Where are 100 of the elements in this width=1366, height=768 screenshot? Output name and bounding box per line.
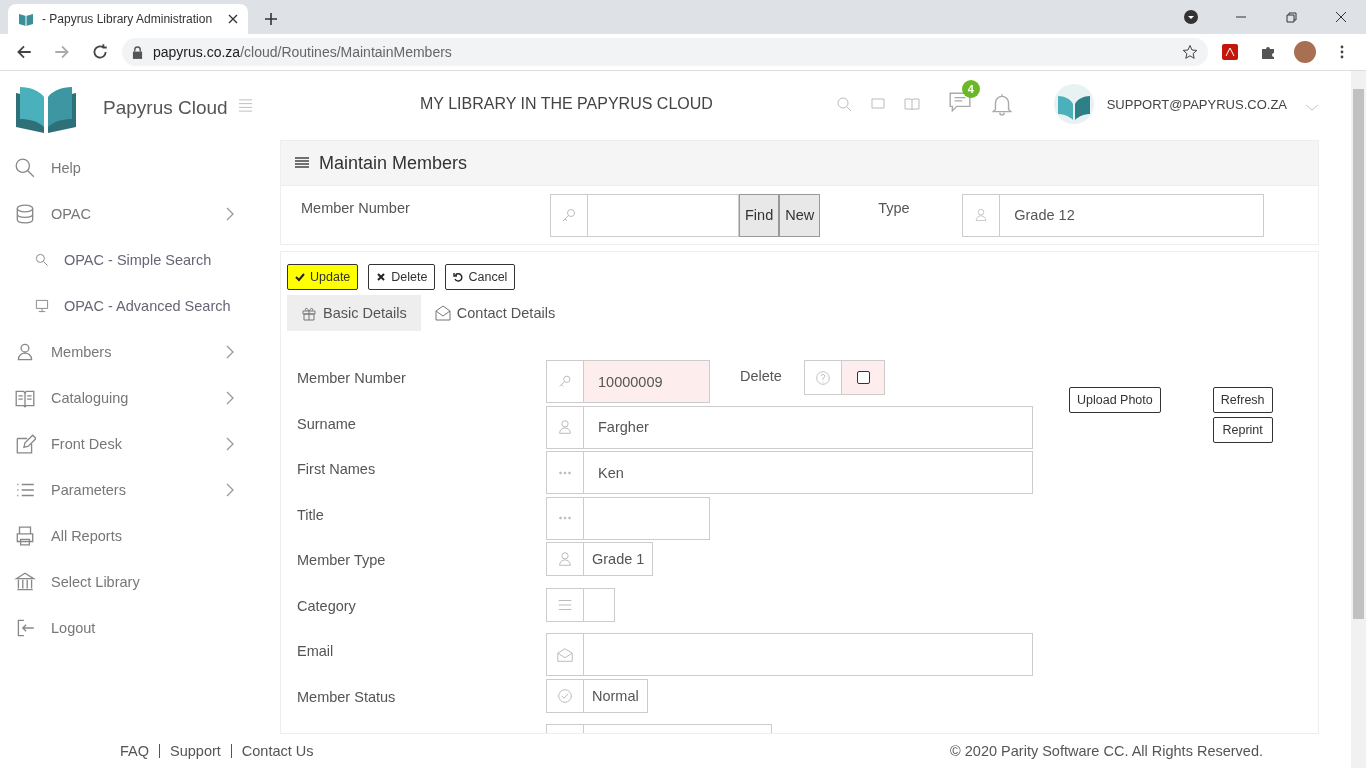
lock-icon	[132, 45, 143, 59]
sidebar-item[interactable]: Select Library	[14, 559, 280, 605]
type-field[interactable]: Grade 12	[1000, 193, 1265, 237]
pdf-icon[interactable]	[1222, 44, 1238, 60]
check-icon	[295, 272, 305, 282]
field-label: Member Type	[296, 552, 387, 568]
sidebar-item[interactable]: Parameters	[14, 467, 280, 513]
tab[interactable]: Contact Details	[420, 295, 570, 331]
book-icon[interactable]	[903, 96, 920, 112]
footer-link[interactable]: Contact Us	[241, 743, 314, 759]
list-icon	[546, 587, 584, 622]
update-button[interactable]: Update	[287, 264, 359, 290]
member-number-input[interactable]	[588, 193, 739, 237]
sidebar-subitem[interactable]: OPAC - Advanced Search	[14, 283, 280, 329]
users-icon	[962, 193, 1001, 237]
new-tab-icon[interactable]	[264, 12, 278, 26]
close-icon[interactable]	[1333, 9, 1349, 25]
lookup-button[interactable]: New	[779, 193, 821, 237]
checkbox[interactable]	[856, 371, 870, 384]
field-label: Title	[296, 506, 325, 523]
field-label: Email	[296, 643, 335, 659]
input-field[interactable]: 10000009	[584, 360, 710, 403]
reprint-button[interactable]: Reprint	[1212, 417, 1273, 443]
dots-icon	[546, 451, 584, 494]
field-label: Delete	[740, 368, 783, 384]
printer-icon	[14, 525, 36, 547]
panel-title: Maintain Members	[319, 152, 468, 174]
reload-icon[interactable]	[91, 43, 109, 61]
user-email[interactable]: SUPPORT@PAPYRUS.CO.ZA	[1106, 96, 1287, 112]
profile-menu-icon[interactable]	[1183, 9, 1199, 25]
input-field[interactable]	[584, 587, 615, 622]
sidebar-item[interactable]: Cataloguing	[14, 375, 280, 421]
bank-icon	[14, 571, 36, 593]
bell-icon[interactable]	[989, 92, 1014, 116]
field-label: Member Status	[296, 688, 397, 705]
sidebar-item[interactable]: All Reports	[14, 513, 280, 559]
chevron-icon	[225, 436, 235, 452]
restore-icon[interactable]	[1283, 9, 1299, 25]
delete-button[interactable]: Delete	[368, 264, 436, 290]
star-icon[interactable]	[1182, 44, 1198, 60]
input-field[interactable]: Ken	[584, 451, 1033, 494]
sidebar-item[interactable]: Front Desk	[14, 421, 280, 467]
field-label: First Names	[296, 461, 377, 477]
menu-icon[interactable]	[237, 97, 253, 113]
sidebar-item[interactable]: Members	[14, 329, 280, 375]
key-icon	[550, 193, 588, 237]
sidebar-item[interactable]: Logout	[14, 605, 280, 651]
browser-tab[interactable]: - Papyrus Library Administration	[8, 4, 248, 34]
dots-icon	[546, 496, 584, 540]
envelope-icon	[546, 633, 584, 676]
input-field[interactable]	[584, 496, 710, 540]
sidebar-item[interactable]: Help	[14, 145, 280, 191]
input-field[interactable]: Normal	[584, 678, 648, 713]
copyright-text: © 2020 Parity Software CC. All Rights Reserved.	[950, 743, 1263, 759]
tab-title: - Papyrus Library Administration	[42, 12, 214, 26]
page-title: MY LIBRARY IN THE PAPYRUS CLOUD	[420, 95, 714, 113]
chevron-icon	[225, 206, 235, 222]
address-bar[interactable]: papyrus.co.za/cloud/Routines/MaintainMembers	[122, 38, 1208, 66]
field-label: Member Number	[301, 200, 411, 216]
caret-icon[interactable]	[1305, 102, 1319, 112]
search-icon[interactable]	[835, 96, 852, 112]
lookup-button[interactable]: Find	[739, 193, 780, 237]
key-icon	[546, 360, 584, 403]
list-icon	[295, 157, 309, 169]
chevron-icon	[225, 390, 235, 406]
field-label: Type	[878, 200, 911, 216]
field-label: Member Number	[296, 370, 407, 386]
notification-badge: 4	[961, 80, 980, 98]
field-label: Surname	[296, 415, 357, 432]
cancel-button[interactable]: Cancel	[445, 264, 516, 290]
puzzle-icon[interactable]	[1260, 44, 1276, 60]
close-icon	[376, 272, 387, 282]
monitor-icon[interactable]	[869, 96, 886, 112]
input-field[interactable]	[584, 633, 1033, 676]
avatar[interactable]	[1294, 41, 1316, 63]
refresh-button[interactable]: Refresh	[1212, 387, 1273, 413]
scrollbar[interactable]	[1351, 71, 1366, 768]
gift-icon	[301, 305, 317, 321]
input-field[interactable]: Grade 1	[584, 542, 654, 576]
input-field[interactable]: Fargher	[584, 405, 1033, 449]
footer-link[interactable]: Support	[170, 743, 221, 759]
book-icon	[18, 11, 34, 27]
search-icon	[14, 157, 36, 179]
upload-photo-button[interactable]: Upload Photo	[1069, 387, 1161, 413]
sidebar-item[interactable]: OPAC	[14, 191, 280, 237]
user-icon	[546, 405, 584, 449]
brand-name: Papyrus Cloud	[103, 97, 228, 119]
envelope-icon	[434, 305, 451, 321]
sidebar-subitem[interactable]: OPAC - Simple Search	[14, 237, 280, 283]
chevron-icon	[225, 344, 235, 360]
forward-icon[interactable]	[53, 43, 71, 61]
users-icon	[546, 542, 584, 576]
close-icon[interactable]	[228, 14, 238, 24]
search-icon	[34, 252, 50, 268]
back-icon[interactable]	[15, 43, 33, 61]
tab[interactable]: Basic Details	[287, 295, 421, 331]
chevron-icon	[225, 482, 235, 498]
footer-link[interactable]: FAQ	[120, 743, 149, 759]
field-label: Category	[296, 597, 357, 614]
edit-icon	[14, 433, 36, 455]
